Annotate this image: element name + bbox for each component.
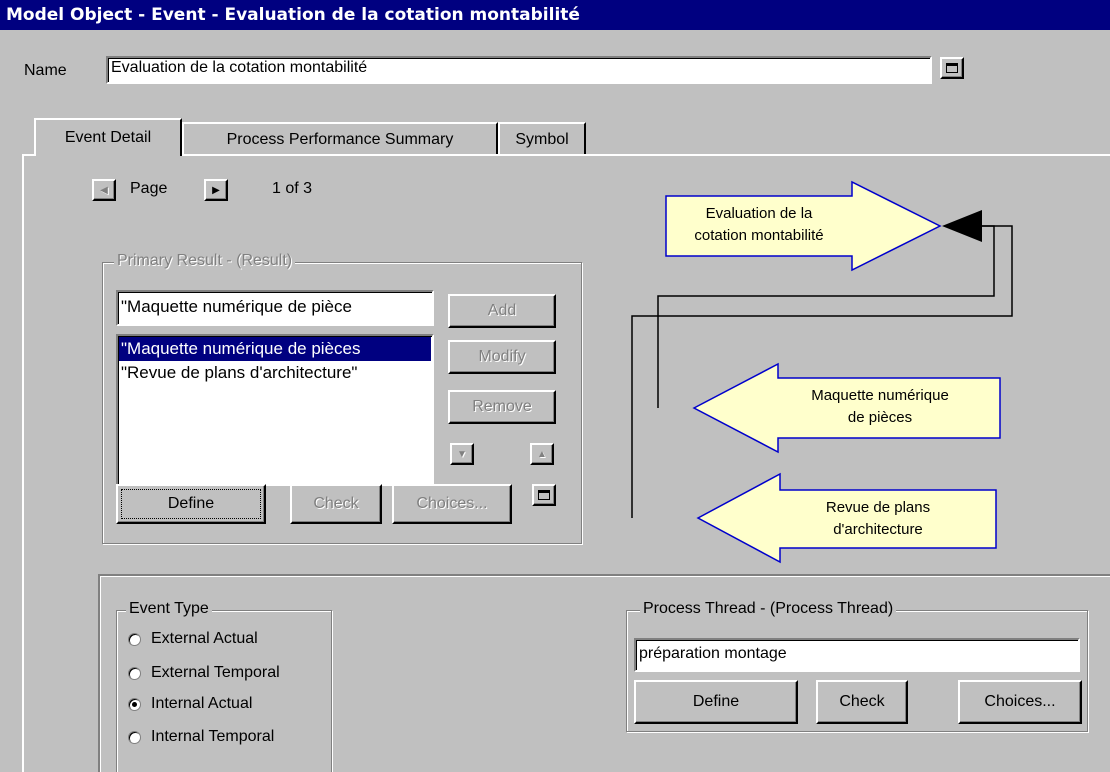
input-arrow-2-label: Revue de plans d'architecture xyxy=(760,497,996,541)
input-arrow-2-line2: d'architecture xyxy=(833,521,923,538)
tab-event-detail[interactable]: Event Detail xyxy=(34,118,182,156)
input-arrow-2-line1: Revue de plans xyxy=(825,499,931,516)
tab-event-detail-label: Event Detail xyxy=(64,129,152,146)
event-arrow-label-line2: cotation montabilité xyxy=(694,227,824,244)
event-arrow-label-line1: Evaluation de la xyxy=(705,205,813,222)
event-arrow-label: Evaluation de la cotation montabilité xyxy=(666,203,852,247)
input-arrow-1-line1: Maquette numérique xyxy=(811,387,949,404)
input-arrow-1-line2: de pièces xyxy=(847,409,913,426)
input-arrow-1-label: Maquette numérique de pièces xyxy=(760,385,1000,429)
model-object-window: Model Object - Event - Evaluation de la … xyxy=(0,0,1110,772)
arrowhead-icon xyxy=(942,210,982,242)
connector-line-2 xyxy=(631,225,1013,518)
